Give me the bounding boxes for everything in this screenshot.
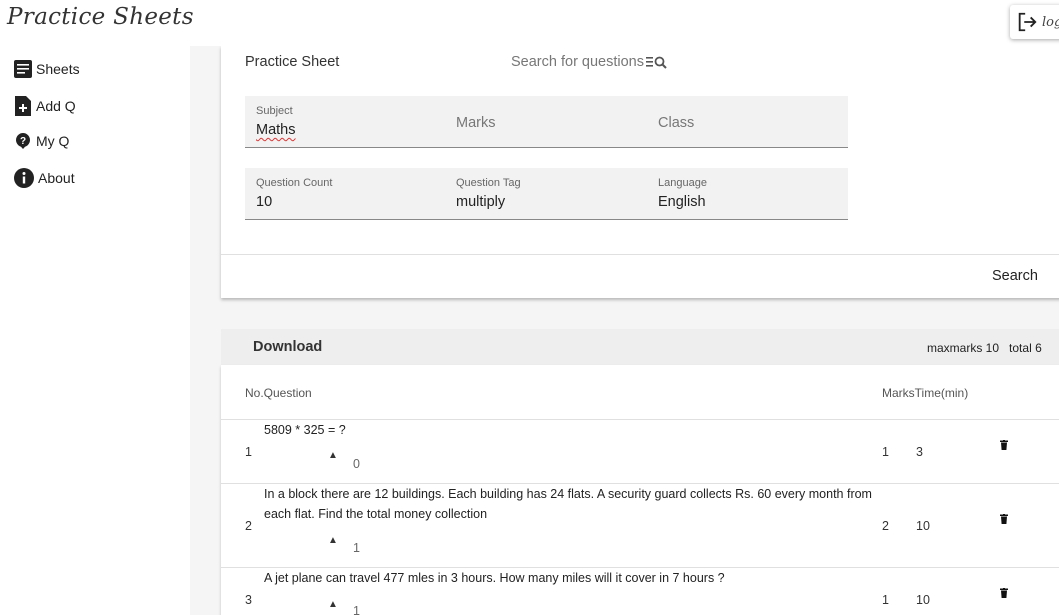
row-number: 2 xyxy=(245,519,252,533)
info-icon xyxy=(14,168,34,188)
row-number: 1 xyxy=(245,445,252,459)
subject-value: Maths xyxy=(256,122,296,138)
time-value: 10 xyxy=(916,593,930,607)
subject-label: Subject xyxy=(256,105,293,117)
app-title: Practice Sheets xyxy=(7,4,194,30)
vote-count: 1 xyxy=(353,604,360,615)
header-no-question: No.Question xyxy=(245,386,312,400)
divider xyxy=(221,254,1059,255)
sidebar-item-label: Add Q xyxy=(36,98,76,114)
question-search[interactable]: Search for questions xyxy=(511,54,668,70)
language-field[interactable]: Language English xyxy=(647,168,848,220)
question-count-label: Question Count xyxy=(256,177,333,189)
upvote-icon[interactable]: ▲ xyxy=(328,535,338,546)
search-input[interactable]: Search for questions xyxy=(511,54,644,70)
upvote-icon[interactable]: ▲ xyxy=(328,599,338,610)
results-stats: maxmarks 10 total 6 xyxy=(927,341,1042,355)
sheets-icon xyxy=(14,60,32,78)
sidebar-item-sheets[interactable]: Sheets xyxy=(14,60,80,78)
delete-icon[interactable] xyxy=(1000,440,1008,450)
app-bar: Practice Sheets log xyxy=(0,0,1059,46)
logout-icon xyxy=(1018,12,1037,32)
sidebar-item-about[interactable]: About xyxy=(14,168,75,188)
sidebar-item-my-q[interactable]: ? My Q xyxy=(14,132,69,150)
sidebar: Sheets Add Q ? My Q About xyxy=(0,46,190,615)
language-value: English xyxy=(658,194,706,210)
class-field[interactable]: Class xyxy=(647,96,848,148)
marks-field[interactable]: Marks xyxy=(445,96,647,148)
question-tag-field[interactable]: Question Tag multiply xyxy=(445,168,647,220)
marks-value: 1 xyxy=(882,445,889,459)
question-tag-label: Question Tag xyxy=(456,177,521,189)
vote-count: 1 xyxy=(353,541,360,555)
question-count-value: 10 xyxy=(256,194,273,210)
svg-text:?: ? xyxy=(20,136,26,147)
download-button[interactable]: Download xyxy=(253,339,322,355)
add-document-icon xyxy=(15,96,31,116)
marks-value: 1 xyxy=(882,593,889,607)
time-value: 10 xyxy=(916,519,930,533)
question-bubble-icon: ? xyxy=(16,133,30,149)
form-title: Practice Sheet xyxy=(245,54,340,70)
search-button[interactable]: Search xyxy=(992,268,1038,284)
sidebar-item-label: My Q xyxy=(36,133,70,149)
logout-label: log xyxy=(1042,14,1059,30)
row-number: 3 xyxy=(245,593,252,607)
question-count-field[interactable]: Question Count 10 xyxy=(245,168,445,220)
upvote-icon[interactable]: ▲ xyxy=(328,450,338,461)
question-text: In a block there are 12 buildings. Each … xyxy=(264,487,872,521)
delete-icon[interactable] xyxy=(1000,588,1008,598)
subject-field[interactable]: Subject Maths xyxy=(245,96,445,148)
question-tag-value: multiply xyxy=(456,194,506,210)
logout-button[interactable]: log xyxy=(1010,5,1059,39)
sidebar-item-label: About xyxy=(38,170,75,186)
main-content: Practice Sheet Search for questions Subj… xyxy=(190,46,1059,615)
header-marks-time: MarksTime(min) xyxy=(882,386,969,400)
maxmarks-text: maxmarks 10 xyxy=(927,341,1000,355)
delete-icon[interactable] xyxy=(1000,514,1008,524)
question-text: 5809 * 325 = ? xyxy=(264,423,346,437)
results-toolbar: Download maxmarks 10 total 6 xyxy=(221,329,1059,365)
sidebar-item-label: Sheets xyxy=(36,61,80,77)
vote-count: 0 xyxy=(353,457,360,471)
search-list-icon xyxy=(646,56,667,69)
practice-sheet-form: Practice Sheet Search for questions Subj… xyxy=(221,46,1059,298)
language-label: Language xyxy=(658,177,707,189)
time-value: 3 xyxy=(916,445,923,459)
total-text: total 6 xyxy=(1009,341,1042,355)
questions-table: No.Question MarksTime(min) 1 5809 * 325 … xyxy=(221,365,1059,615)
marks-value: 2 xyxy=(882,519,889,533)
sidebar-item-add-q[interactable]: Add Q xyxy=(14,96,76,116)
question-text: A jet plane can travel 477 mles in 3 hou… xyxy=(264,571,725,585)
marks-placeholder: Marks xyxy=(456,115,496,131)
class-placeholder: Class xyxy=(658,115,695,131)
